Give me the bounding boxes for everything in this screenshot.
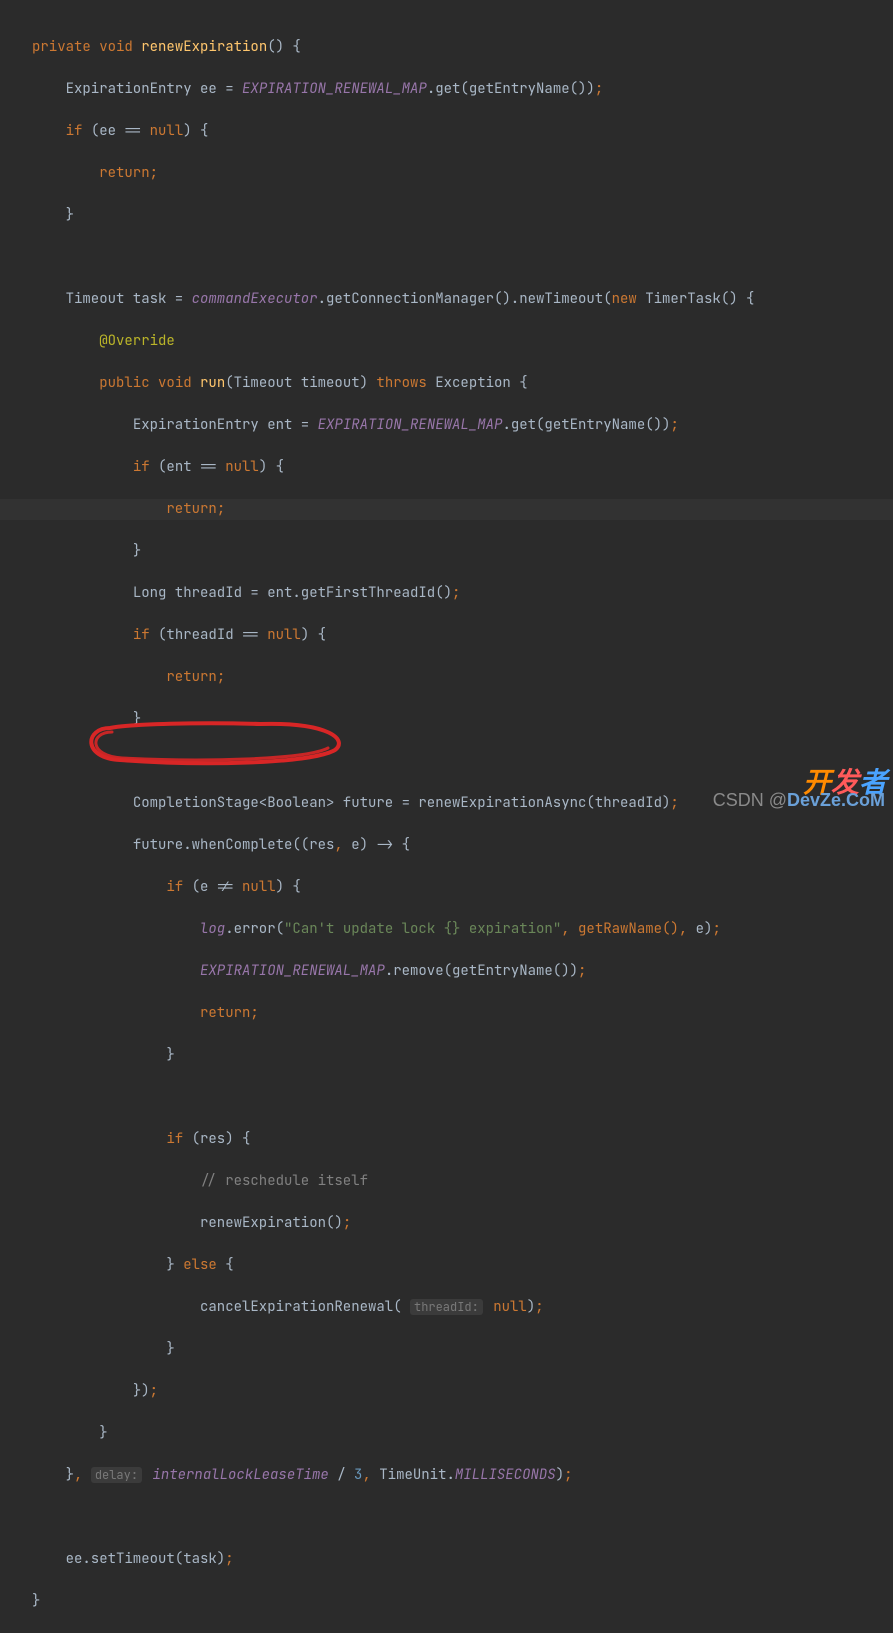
code-line: private void renewExpiration() {	[0, 37, 893, 58]
code-line: ExpirationEntry ee = EXPIRATION_RENEWAL_…	[0, 79, 893, 100]
code-line	[0, 247, 893, 268]
code-line: return;	[0, 667, 893, 688]
code-line: Timeout task = commandExecutor.getConnec…	[0, 289, 893, 310]
code-line: if (e != null) {	[0, 877, 893, 898]
code-line: public void run(Timeout timeout) throws …	[0, 373, 893, 394]
code-line: return;	[0, 163, 893, 184]
code-line: }	[0, 1423, 893, 1444]
code-line: ExpirationEntry ent = EXPIRATION_RENEWAL…	[0, 415, 893, 436]
code-line: future.whenComplete((res, e) -> {	[0, 835, 893, 856]
code-line: if (ee == null) {	[0, 121, 893, 142]
code-line	[0, 1507, 893, 1528]
code-line: }	[0, 1591, 893, 1612]
code-line: }	[0, 205, 893, 226]
code-line-active: return;	[0, 499, 893, 520]
code-line: cancelExpirationRenewal( threadId: null)…	[0, 1297, 893, 1318]
code-line	[0, 1087, 893, 1108]
param-hint: delay:	[91, 1467, 142, 1483]
code-line: CompletionStage<Boolean> future = renewE…	[0, 793, 893, 814]
code-line: log.error("Can't update lock {} expirati…	[0, 919, 893, 940]
code-line: }	[0, 1339, 893, 1360]
code-line: @Override	[0, 331, 893, 352]
param-hint: threadId:	[410, 1299, 483, 1315]
code-line: renewExpiration();	[0, 1213, 893, 1234]
code-line: }, delay: internalLockLeaseTime / 3, Tim…	[0, 1465, 893, 1486]
code-line: }	[0, 1045, 893, 1066]
code-line: if (threadId == null) {	[0, 625, 893, 646]
code-line: }	[0, 709, 893, 730]
code-line: if (res) {	[0, 1129, 893, 1150]
code-line: EXPIRATION_RENEWAL_MAP.remove(getEntryNa…	[0, 961, 893, 982]
code-line: }	[0, 541, 893, 562]
code-line: ee.setTimeout(task);	[0, 1549, 893, 1570]
code-line: return;	[0, 1003, 893, 1024]
code-line: });	[0, 1381, 893, 1402]
code-line: Long threadId = ent.getFirstThreadId();	[0, 583, 893, 604]
code-line	[0, 751, 893, 772]
code-line: // reschedule itself	[0, 1171, 893, 1192]
code-line: } else {	[0, 1255, 893, 1276]
code-line: if (ent == null) {	[0, 457, 893, 478]
